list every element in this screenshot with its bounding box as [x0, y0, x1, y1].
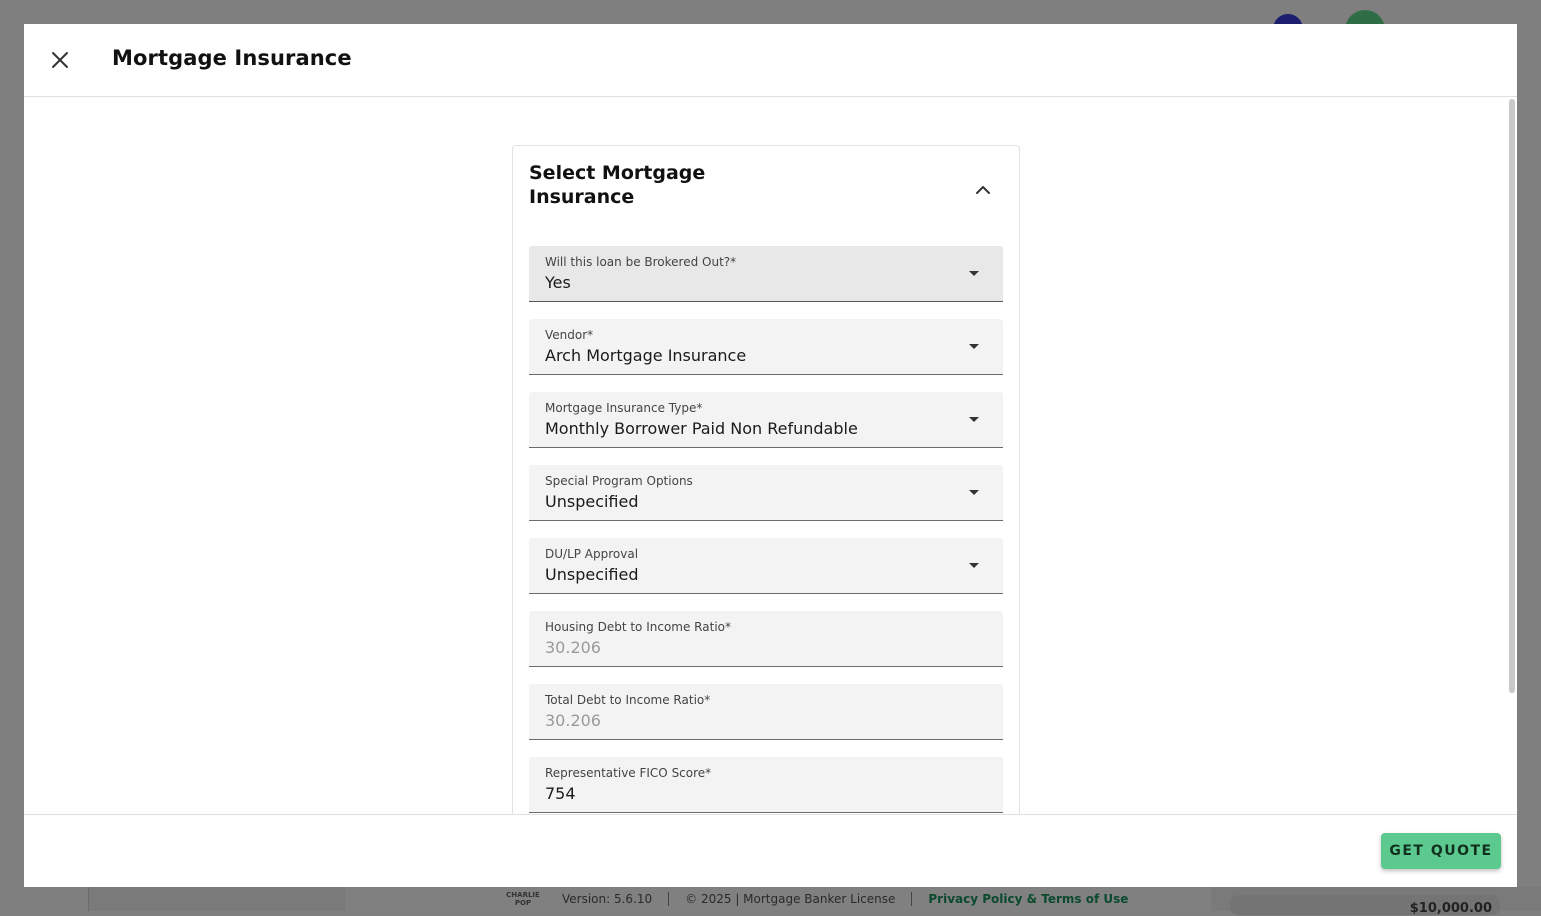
- caret-down-icon: [969, 490, 979, 495]
- field-label: Total Debt to Income Ratio*: [545, 693, 711, 707]
- divider: [911, 892, 913, 906]
- vendor-select[interactable]: Vendor* Arch Mortgage Insurance: [529, 319, 1003, 375]
- field-value: 754: [545, 784, 576, 803]
- mortgage-insurance-type-select[interactable]: Mortgage Insurance Type* Monthly Borrowe…: [529, 392, 1003, 448]
- field-label: Vendor*: [545, 328, 594, 342]
- dialog-body: Select Mortgage Insurance Will this loan…: [24, 97, 1517, 814]
- field-label: Housing Debt to Income Ratio*: [545, 620, 731, 634]
- close-icon: [52, 52, 68, 68]
- field-value: Monthly Borrower Paid Non Refundable: [545, 419, 858, 438]
- field-label: Mortgage Insurance Type*: [545, 401, 703, 415]
- caret-down-icon: [969, 563, 979, 568]
- field-label: Special Program Options: [545, 474, 693, 488]
- app-footer: CHARLIE POP Version: 5.6.10 © 2025 | Mor…: [345, 887, 1211, 911]
- field-value: 30.206: [545, 638, 601, 657]
- field-value: 30.206: [545, 711, 601, 730]
- field-value: Unspecified: [545, 492, 639, 511]
- brokered-out-select[interactable]: Will this loan be Brokered Out?* Yes: [529, 246, 1003, 302]
- field-value: Arch Mortgage Insurance: [545, 346, 747, 365]
- version-text: Version: 5.6.10: [562, 892, 653, 906]
- background-sidebar: [88, 887, 346, 911]
- caret-down-icon: [969, 271, 979, 276]
- dialog-title: Mortgage Insurance: [112, 46, 352, 70]
- chevron-up-icon: [976, 186, 990, 194]
- app-logo: CHARLIE POP: [506, 891, 540, 907]
- privacy-policy-link[interactable]: Privacy Policy & Terms of Use: [928, 892, 1128, 906]
- collapse-button[interactable]: [969, 176, 997, 204]
- caret-down-icon: [969, 344, 979, 349]
- total-dti-field[interactable]: Total Debt to Income Ratio* 30.206: [529, 684, 1003, 740]
- field-value: Unspecified: [545, 565, 639, 584]
- total-row: $10,000.00: [1230, 895, 1500, 916]
- field-value: Yes: [545, 273, 571, 292]
- field-label: DU/LP Approval: [545, 547, 639, 561]
- du-lp-approval-select[interactable]: DU/LP Approval Unspecified: [529, 538, 1003, 594]
- select-mortgage-insurance-card: Select Mortgage Insurance Will this loan…: [512, 145, 1020, 814]
- total-amount: $10,000.00: [1409, 901, 1492, 916]
- copyright-text: © 2025 | Mortgage Banker License: [685, 892, 896, 906]
- caret-down-icon: [969, 417, 979, 422]
- fico-score-field[interactable]: Representative FICO Score* 754: [529, 757, 1003, 813]
- dialog-footer: GET QUOTE: [24, 814, 1517, 887]
- divider: [668, 892, 670, 906]
- field-label: Representative FICO Score*: [545, 766, 712, 780]
- field-label: Will this loan be Brokered Out?*: [545, 255, 737, 269]
- scrollbar[interactable]: [1509, 99, 1515, 693]
- dialog-header: Mortgage Insurance: [24, 24, 1517, 97]
- mortgage-insurance-dialog: Mortgage Insurance Select Mortgage Insur…: [24, 24, 1517, 887]
- get-quote-button[interactable]: GET QUOTE: [1381, 833, 1501, 869]
- housing-dti-field[interactable]: Housing Debt to Income Ratio* 30.206: [529, 611, 1003, 667]
- special-program-options-select[interactable]: Special Program Options Unspecified: [529, 465, 1003, 521]
- card-title: Select Mortgage Insurance: [529, 162, 706, 208]
- close-button[interactable]: [46, 46, 74, 74]
